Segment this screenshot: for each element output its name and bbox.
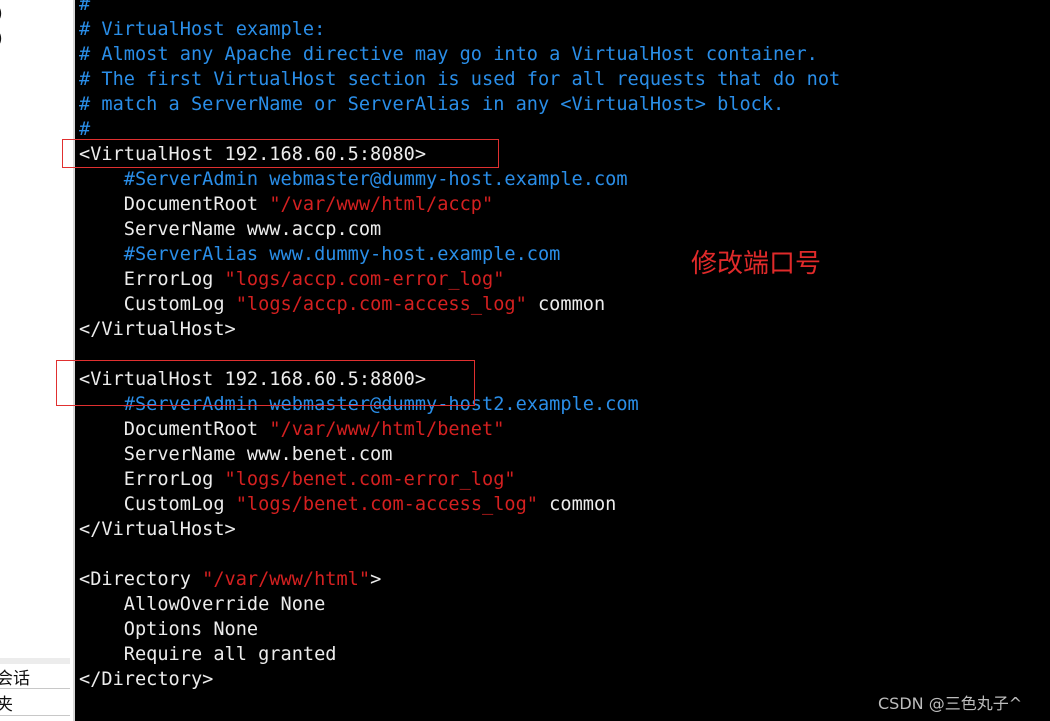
code-line: # match a ServerName or ServerAlias in a… [79,92,784,117]
code-line: </VirtualHost> [79,517,236,542]
highlight-box-8800 [56,360,475,406]
code-text: AllowOverride None [79,594,326,615]
code-line: # VirtualHost example: [79,17,325,42]
sidebar-item[interactable]: ) [0,4,3,24]
code-line: <Directory "/var/www/html"> [79,567,381,592]
code-line: Options None [79,617,258,642]
comment-text: # match a ServerName or ServerAlias in a… [79,94,785,115]
comment-text: # [79,0,91,15]
code-line: #ServerAlias www.dummy-host.example.com [79,242,561,267]
code-text: ServerName www.benet.com [79,444,393,465]
code-line: #ServerAdmin webmaster@dummy-host.exampl… [79,167,628,192]
code-text: <Directory [79,569,203,590]
code-line: DocumentRoot "/var/www/html/accp" [79,192,493,217]
code-line: ErrorLog "logs/accp.com-error_log" [79,267,505,292]
code-text: CustomLog [79,294,236,315]
annotation-text: 修改端口号 [691,249,822,279]
code-text: </Directory> [79,669,214,690]
code-line: </Directory> [79,667,213,692]
string-text: "/var/www/html/accp" [269,194,494,215]
comment-text: # [79,119,91,140]
sidebar-tab-folder[interactable]: 夹 [0,690,13,715]
string-text: "logs/accp.com-error_log" [224,269,505,290]
code-line: ServerName www.accp.com [79,217,381,242]
code-text: </VirtualHost> [79,519,236,540]
code-line: CustomLog "logs/benet.com-access_log" co… [79,492,617,517]
comment-text: # Almost any Apache directive may go int… [79,44,818,65]
string-text: "/var/www/html" [202,569,371,590]
code-text: </VirtualHost> [79,319,236,340]
watermark: CSDN @三色丸子^ [878,694,1023,713]
code-text: CustomLog [79,494,236,515]
code-text: common [526,294,606,315]
sidebar-item[interactable]: ) [0,29,3,49]
comment-text: # The first VirtualHost section is used … [79,69,841,90]
code-line: # Almost any Apache directive may go int… [79,42,818,67]
string-text: "logs/benet.com-error_log" [224,469,516,490]
code-line: CustomLog "logs/accp.com-access_log" com… [79,292,605,317]
code-line: AllowOverride None [79,592,326,617]
code-text: ErrorLog [79,469,225,490]
code-line: # [79,0,90,17]
divider [0,688,70,689]
code-text: ServerName www.accp.com [79,219,382,240]
code-line: ErrorLog "logs/benet.com-error_log" [79,467,516,492]
highlight-box-8080 [62,139,499,168]
code-line: </VirtualHost> [79,317,236,342]
code-text: DocumentRoot [79,419,270,440]
code-text: > [370,569,382,590]
string-text: "logs/benet.com-access_log" [235,494,538,515]
sidebar-tab-sessions[interactable]: 会话 [0,664,30,689]
comment-text: # VirtualHost example: [79,19,326,40]
code-line: # The first VirtualHost section is used … [79,67,840,92]
code-line: DocumentRoot "/var/www/html/benet" [79,417,505,442]
code-text: Require all granted [79,644,337,665]
divider [0,715,70,716]
code-text: common [537,494,617,515]
comment-text: #ServerAdmin webmaster@dummy-host.exampl… [79,169,628,190]
code-text: ErrorLog [79,269,225,290]
code-line: Require all granted [79,642,337,667]
code-line: ServerName www.benet.com [79,442,393,467]
comment-text: #ServerAlias www.dummy-host.example.com [79,244,561,265]
code-text: DocumentRoot [79,194,270,215]
string-text: "/var/www/html/benet" [269,419,505,440]
code-text: Options None [79,619,259,640]
string-text: "logs/accp.com-access_log" [235,294,527,315]
